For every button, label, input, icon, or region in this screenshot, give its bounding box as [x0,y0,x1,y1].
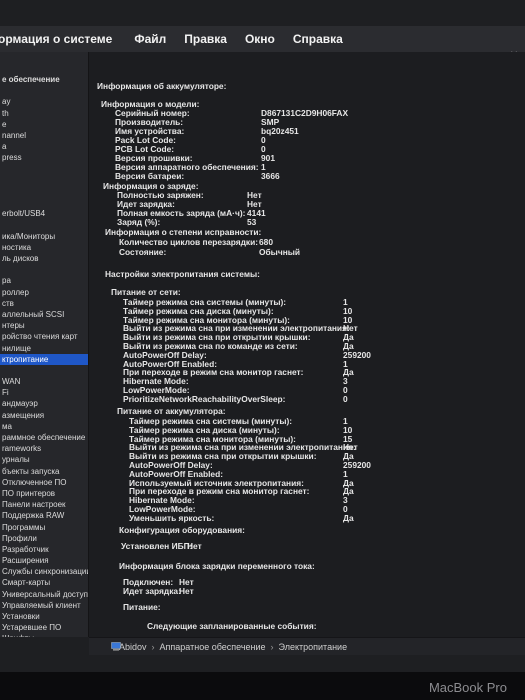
sidebar-item[interactable]: press [0,152,88,163]
battery-power-heading: Питание от аккумулятора: [117,406,226,416]
ac-heading: Питание от сети: [111,287,181,297]
sidebar-item[interactable]: Профили [0,533,88,544]
ups-value: Нет [187,541,202,551]
sidebar-item[interactable]: th [0,108,88,119]
sidebar-item[interactable]: ройство чтения карт [0,331,88,342]
sidebar-item[interactable]: a [0,141,88,152]
sidebar-item[interactable]: Смарт-карты [0,577,88,588]
menu-bar: ормация о системе Файл Правка Окно Справ… [0,26,525,53]
path-separator-icon: › [270,641,274,652]
power-label: Питание: [123,602,161,612]
sidebar-item[interactable] [0,264,88,275]
menu-file[interactable]: Файл [134,32,166,46]
percent-value: 53 [247,217,257,227]
sidebar-item[interactable]: WAN [0,376,88,387]
path-computer[interactable]: Abidov [119,642,147,652]
path-bar: Abidov › Аппаратное обеспечение › Электр… [89,637,525,655]
sidebar-item[interactable]: nannel [0,130,88,141]
sidebar-item[interactable]: ay [0,96,88,107]
condition-label: Состояние: [119,247,167,257]
power-title: Настройки электропитания системы: [105,269,260,279]
sidebar-item[interactable]: Разработчик [0,544,88,555]
path-hardware[interactable]: Аппаратное обеспечение [160,642,266,652]
menu-help[interactable]: Справка [293,32,343,46]
sidebar-item[interactable]: Установки [0,611,88,622]
sidebar-item[interactable]: rameworks [0,443,88,454]
path-power[interactable]: Электропитание [279,642,348,652]
sidebar-item[interactable]: erbolt/USB4 [0,208,88,219]
detail-pane: Информация об аккумуляторе: Информация о… [89,52,525,637]
sidebar-item[interactable]: ика/Мониторы [0,231,88,242]
sidebar-item[interactable]: ПО принтеров [0,488,88,499]
sidebar-item[interactable]: ма [0,421,88,432]
scheduled-events-label: Следующие запланированные события: [147,621,317,631]
sidebar-item[interactable]: бъекты запуска [0,466,88,477]
sidebar-item[interactable]: Поддержка RAW [0,510,88,521]
battver-label: Версия батареи: [115,171,185,181]
sidebar-item[interactable]: раммное обеспечение [0,432,88,443]
charger-charging-value: Нет [179,586,194,596]
health-info-heading: Информация о степени исправности: [105,227,262,237]
sidebar-item[interactable]: Расширения [0,555,88,566]
device-value: bq20z451 [261,126,299,136]
sidebar-item[interactable]: азмещения [0,410,88,421]
sidebar-item[interactable]: андмауэр [0,398,88,409]
sidebar-item[interactable]: Управляемый клиент [0,600,88,611]
menu-window[interactable]: Окно [245,32,275,46]
sidebar-item[interactable] [0,219,88,230]
hw-config-title: Конфигурация оборудования: [119,525,245,535]
sidebar-item[interactable]: ра [0,275,88,286]
sidebar-item[interactable]: Панели настроек [0,499,88,510]
condition-value: Обычный [259,247,301,257]
sidebar-item[interactable] [0,85,88,96]
sidebar-item[interactable] [0,197,88,208]
battery-title: Информация об аккумуляторе: [97,81,227,91]
brand-label: MacBook Pro [428,680,507,695]
sidebar-item[interactable]: Универсальный доступ [0,589,88,600]
sidebar-item[interactable]: Fi [0,387,88,398]
sidebar-item[interactable] [0,164,88,175]
sidebar: е обеспечение ay th e nannel a press erbolt/USB… [0,52,89,637]
menu-edit[interactable]: Правка [184,32,227,46]
sidebar-item[interactable]: e [0,119,88,130]
sidebar-item[interactable]: ностика [0,242,88,253]
sidebar-item[interactable]: е обеспечение [0,74,88,85]
computer-icon [111,642,121,651]
battver-value: 3666 [261,171,280,181]
charger-charging-label: Идет зарядка: [123,586,181,596]
ac-charger-title: Информация блока зарядки переменного ток… [119,561,315,571]
app-menu[interactable]: ормация о системе [0,32,112,46]
setting-label: Уменьшить яркость: [129,512,215,523]
sidebar-item[interactable]: нилище [0,343,88,354]
setting-value: 0 [343,393,348,404]
sidebar-item[interactable] [0,186,88,197]
sidebar-item[interactable]: Программы [0,522,88,533]
sidebar-item[interactable]: ктропитание [0,353,88,365]
screen: ормация о системе Файл Правка Окно Справ… [0,0,525,672]
percent-label: Заряд (%): [117,217,161,227]
sidebar-item[interactable]: ль дисков [0,253,88,264]
sidebar-item[interactable] [0,365,88,376]
sidebar-item[interactable]: Шрифты [0,633,88,637]
sidebar-item[interactable]: урналы [0,454,88,465]
sidebar-item[interactable]: нтеры [0,320,88,331]
sidebar-item[interactable]: Службы синхронизации [0,566,88,577]
sidebar-item[interactable]: Устаревшее ПО [0,622,88,633]
ups-label: Установлен ИБП: [121,541,193,551]
sidebar-item[interactable]: Отключенное ПО [0,477,88,488]
sidebar-item[interactable]: роллер [0,287,88,298]
sidebar-item[interactable]: ств [0,298,88,309]
sidebar-item[interactable] [0,175,88,186]
cycles-value: 680 [259,237,273,247]
sidebar-item[interactable]: аллельный SCSI [0,309,88,320]
path-separator-icon: › [151,641,155,652]
setting-value: Да [343,512,354,523]
cycles-label: Количество циклов перезарядки: [119,237,259,247]
setting-label: PrioritizeNetworkReachabilityOverSleep: [123,393,286,404]
